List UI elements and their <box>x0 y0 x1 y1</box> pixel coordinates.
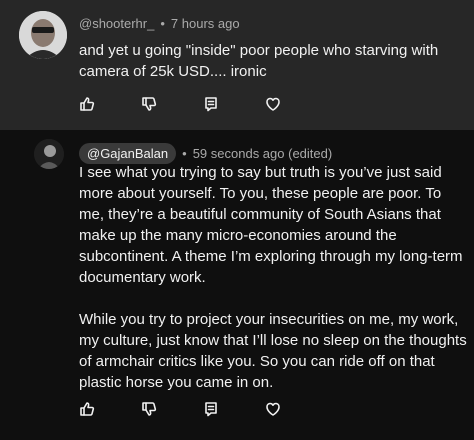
comment-paragraph: I see what you trying to say but truth i… <box>79 164 463 286</box>
comment-paragraph: and yet u going "inside" poor people who… <box>79 42 439 80</box>
separator-dot: • <box>182 146 187 161</box>
reply-icon[interactable] <box>203 96 219 112</box>
comment-gajanbalan: @GajanBalan • 59 seconds ago (edited) I … <box>0 130 474 440</box>
avatar[interactable] <box>19 11 67 59</box>
username[interactable]: @shooterhr_ <box>79 16 154 31</box>
comment-text: and yet u going "inside" poor people who… <box>79 40 469 82</box>
like-icon[interactable] <box>79 96 95 112</box>
heart-icon[interactable] <box>265 96 281 112</box>
comment-paragraph: While you try to project your insecuriti… <box>79 311 467 391</box>
separator-dot: • <box>160 16 165 31</box>
reply-icon[interactable] <box>203 401 219 417</box>
comment-meta: @GajanBalan • 59 seconds ago (edited) <box>79 143 332 164</box>
avatar[interactable] <box>34 139 64 169</box>
comment-text: I see what you trying to say but truth i… <box>79 162 469 393</box>
comment-actions <box>79 401 327 417</box>
comment-shooterhr: @shooterhr_ • 7 hours ago and yet u goin… <box>0 0 474 130</box>
username-pill[interactable]: @GajanBalan <box>79 143 177 164</box>
comment-meta: @shooterhr_ • 7 hours ago <box>79 16 240 31</box>
comment-actions <box>79 96 327 112</box>
dislike-icon[interactable] <box>141 96 157 112</box>
timestamp: 59 seconds ago (edited) <box>192 146 333 161</box>
dislike-icon[interactable] <box>141 401 157 417</box>
like-icon[interactable] <box>79 401 95 417</box>
timestamp: 7 hours ago <box>170 16 240 31</box>
heart-icon[interactable] <box>265 401 281 417</box>
